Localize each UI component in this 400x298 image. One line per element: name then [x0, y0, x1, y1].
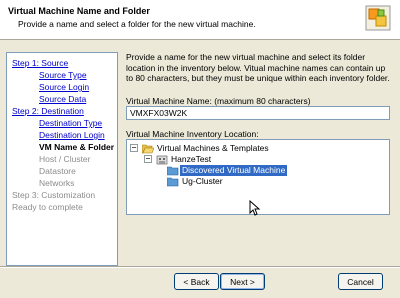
wizard-subtitle: Provide a name and select a folder for t…	[18, 19, 256, 29]
back-button[interactable]: < Back	[174, 273, 219, 290]
cancel-button[interactable]: Cancel	[338, 273, 383, 290]
inventory-location-label: Virtual Machine Inventory Location:	[126, 129, 259, 139]
tree-root-label: Virtual Machines & Templates	[157, 143, 269, 153]
vm-name-input[interactable]	[126, 106, 390, 120]
step-datastore: Datastore	[39, 166, 76, 176]
step-source-login[interactable]: Source Login	[39, 82, 89, 92]
step-destination-type[interactable]: Destination Type	[39, 118, 102, 128]
wizard-title: Virtual Machine Name and Folder	[8, 6, 150, 16]
step-destination-login[interactable]: Destination Login	[39, 130, 105, 140]
vm-name-label: Virtual Machine Name: (maximum 80 charac…	[126, 96, 311, 106]
footer-divider	[0, 266, 400, 268]
step-source[interactable]: Step 1: Source	[12, 58, 68, 68]
mouse-pointer-icon	[249, 200, 261, 216]
step-networks: Networks	[39, 178, 75, 188]
collapse-icon[interactable]: −	[130, 144, 138, 152]
next-button[interactable]: Next >	[220, 273, 265, 290]
folder-icon	[167, 177, 179, 187]
step-host-cluster: Host / Cluster	[39, 154, 91, 164]
tree-folder-label: Ug-Cluster	[182, 176, 223, 186]
step-ready-to-complete: Ready to complete	[12, 202, 83, 212]
step-customization: Step 3: Customization	[12, 190, 96, 200]
tree-node-ug-cluster[interactable]: Ug-Cluster	[167, 176, 287, 187]
vmware-logo-icon	[365, 5, 391, 31]
step-source-type[interactable]: Source Type	[39, 70, 87, 80]
wizard-header: Virtual Machine Name and Folder Provide …	[0, 0, 400, 40]
folder-open-icon	[142, 144, 154, 154]
tree-node-discovered-vms[interactable]: Discovered Virtual Machine	[167, 165, 347, 176]
tree-node-root[interactable]: − Virtual Machines & Templates	[130, 143, 380, 154]
step-destination[interactable]: Step 2: Destination	[12, 106, 84, 116]
folder-icon	[167, 166, 179, 176]
tree-datacenter-label: HanzeTest	[171, 154, 212, 164]
tree-folder-label-selected: Discovered Virtual Machine	[180, 165, 288, 176]
step-vm-name-folder: VM Name & Folder	[39, 142, 115, 152]
tree-node-datacenter[interactable]: − HanzeTest	[144, 154, 374, 165]
page-description: Provide a name for the new virtual machi…	[126, 52, 390, 83]
wizard-steps-panel: Step 1: Source Source Type Source Login …	[6, 52, 118, 266]
step-source-data[interactable]: Source Data	[39, 94, 86, 104]
collapse-icon[interactable]: −	[144, 155, 152, 163]
datacenter-icon	[156, 155, 168, 165]
